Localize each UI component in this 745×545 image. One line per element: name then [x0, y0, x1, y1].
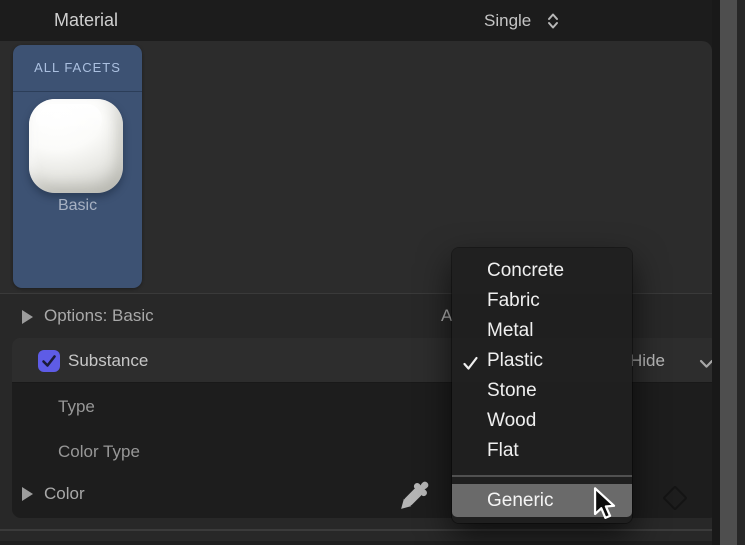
options-row-clipped-value: A	[441, 294, 452, 338]
scrollbar-gutter	[712, 0, 720, 545]
menu-item-stone[interactable]: Stone	[452, 376, 632, 406]
menu-item-label: Flat	[487, 440, 519, 461]
menu-item-plastic[interactable]: Plastic	[452, 346, 632, 376]
window-right-edge	[737, 0, 745, 545]
color-row-label: Color	[44, 472, 85, 516]
menu-item-label: Plastic	[487, 350, 543, 371]
menu-item-metal[interactable]: Metal	[452, 316, 632, 346]
material-inspector-panel: Material Single ALL FACETS Basic Options…	[0, 0, 745, 545]
panel-title: Material	[54, 0, 118, 41]
menu-item-fabric[interactable]: Fabric	[452, 286, 632, 316]
menu-item-label: Fabric	[487, 290, 540, 311]
substance-popup-menu: Concrete Fabric Metal Plastic Stone Wood…	[452, 248, 632, 523]
menu-item-label: Metal	[487, 320, 533, 341]
menu-item-label: Generic	[487, 490, 554, 511]
next-section-edge	[0, 541, 712, 545]
section-divider	[0, 529, 712, 531]
mouse-cursor-icon	[588, 485, 620, 528]
facet-group-header: ALL FACETS	[13, 45, 142, 92]
disclosure-triangle-icon[interactable]	[22, 487, 33, 501]
material-thumbnail-label: Basic	[13, 197, 142, 215]
disclosure-triangle-icon[interactable]	[22, 310, 33, 324]
hide-dropdown[interactable]: Hide	[630, 338, 665, 383]
menu-separator	[452, 475, 632, 477]
substance-row-label: Substance	[68, 338, 148, 383]
scrollbar-thumb[interactable]	[720, 0, 737, 545]
material-mode-select[interactable]: Single	[484, 0, 531, 41]
updown-chevrons-icon[interactable]	[546, 11, 560, 36]
menu-item-label: Stone	[487, 380, 537, 401]
menu-item-concrete[interactable]: Concrete	[452, 256, 632, 286]
thumbnail-gloss-highlight	[36, 104, 102, 134]
menu-item-wood[interactable]: Wood	[452, 406, 632, 436]
menu-item-flat[interactable]: Flat	[452, 436, 632, 466]
menu-item-label: Concrete	[487, 260, 564, 281]
color-type-row-label: Color Type	[58, 429, 140, 474]
options-row-label: Options: Basic	[44, 294, 154, 338]
checkbox-checkmark-icon	[38, 350, 60, 372]
substance-checkbox[interactable]	[38, 350, 60, 372]
menu-item-label: Wood	[487, 410, 536, 431]
eyedropper-icon[interactable]	[393, 475, 435, 522]
type-row-label: Type	[58, 384, 95, 429]
